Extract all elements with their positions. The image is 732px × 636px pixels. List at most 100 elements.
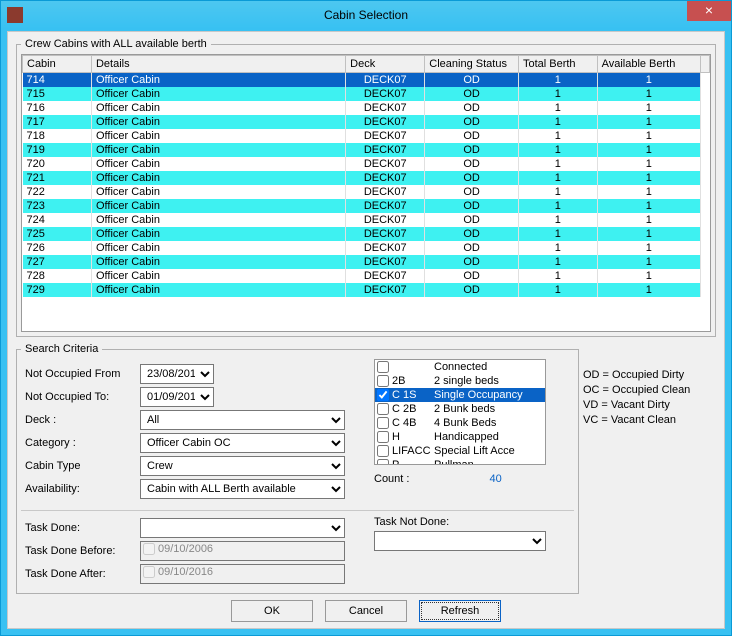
cancel-button[interactable]: Cancel — [325, 600, 407, 622]
option-checkbox[interactable] — [377, 417, 389, 429]
cell-total: 1 — [518, 185, 597, 199]
table-row[interactable]: 724Officer CabinDECK07OD11 — [23, 213, 710, 227]
cell-cabin: 729 — [23, 283, 92, 297]
refresh-button[interactable]: Refresh — [419, 600, 501, 622]
table-row[interactable]: 725Officer CabinDECK07OD11 — [23, 227, 710, 241]
table-row[interactable]: 718Officer CabinDECK07OD11 — [23, 129, 710, 143]
cabins-table-wrap[interactable]: CabinDetailsDeckCleaning StatusTotal Ber… — [21, 54, 711, 332]
table-row[interactable]: 726Officer CabinDECK07OD11 — [23, 241, 710, 255]
option-label: 4 Bunk Beds — [434, 416, 496, 430]
option-checkbox[interactable] — [377, 389, 389, 401]
task-not-done-field[interactable] — [374, 531, 546, 551]
cell-deck: DECK07 — [346, 269, 425, 283]
table-row[interactable]: 723Officer CabinDECK07OD11 — [23, 199, 710, 213]
cell-status: OD — [425, 227, 519, 241]
option-label: Pullman — [434, 458, 474, 465]
cell-details: Officer Cabin — [91, 269, 345, 283]
label-availability: Availability: — [25, 483, 140, 495]
cabin-type-field[interactable]: Crew — [140, 456, 345, 476]
option-label: Handicapped — [434, 430, 499, 444]
cell-status: OD — [425, 213, 519, 227]
task-done-field[interactable] — [140, 518, 345, 538]
col-header[interactable]: Cabin — [23, 56, 92, 73]
cell-details: Officer Cabin — [91, 87, 345, 101]
cell-avail: 1 — [597, 213, 700, 227]
cell-total: 1 — [518, 87, 597, 101]
cell-status: OD — [425, 87, 519, 101]
window-title: Cabin Selection — [324, 8, 408, 22]
option-row[interactable]: C 4B4 Bunk Beds — [375, 416, 545, 430]
cell-avail: 1 — [597, 255, 700, 269]
option-checkbox[interactable] — [377, 431, 389, 443]
options-list[interactable]: Connected2B2 single bedsC 1SSingle Occup… — [374, 359, 546, 465]
cell-total: 1 — [518, 241, 597, 255]
option-row[interactable]: HHandicapped — [375, 430, 545, 444]
table-row[interactable]: 728Officer CabinDECK07OD11 — [23, 269, 710, 283]
table-row[interactable]: 720Officer CabinDECK07OD11 — [23, 157, 710, 171]
label-deck: Deck : — [25, 414, 140, 426]
not-occ-to-field[interactable]: 01/09/2015 — [140, 387, 214, 407]
option-row[interactable]: C 1SSingle Occupancy — [375, 388, 545, 402]
cell-deck: DECK07 — [346, 185, 425, 199]
cell-cabin: 726 — [23, 241, 92, 255]
col-header[interactable]: Total Berth — [518, 56, 597, 73]
table-row[interactable]: 721Officer CabinDECK07OD11 — [23, 171, 710, 185]
label-not-occ-to: Not Occupied To: — [25, 391, 140, 403]
option-row[interactable]: LIFACCSpecial Lift Acce — [375, 444, 545, 458]
table-row[interactable]: 715Officer CabinDECK07OD11 — [23, 87, 710, 101]
option-checkbox[interactable] — [377, 403, 389, 415]
table-row[interactable]: 719Officer CabinDECK07OD11 — [23, 143, 710, 157]
option-row[interactable]: C 2B2 Bunk beds — [375, 402, 545, 416]
task-done-before-field: 09/10/2006 — [140, 541, 345, 561]
option-row[interactable]: Connected — [375, 360, 545, 374]
cell-status: OD — [425, 199, 519, 213]
cell-cabin: 721 — [23, 171, 92, 185]
availability-field[interactable]: Cabin with ALL Berth available — [140, 479, 345, 499]
cell-total: 1 — [518, 171, 597, 185]
table-row[interactable]: 716Officer CabinDECK07OD11 — [23, 101, 710, 115]
table-row[interactable]: 717Officer CabinDECK07OD11 — [23, 115, 710, 129]
option-code: C 4B — [392, 416, 434, 430]
option-label: 2 single beds — [434, 374, 499, 388]
not-occ-from-field[interactable]: 23/08/2015 — [140, 364, 214, 384]
cell-details: Officer Cabin — [91, 241, 345, 255]
table-row[interactable]: 729Officer CabinDECK07OD11 — [23, 283, 710, 297]
label-cabin-type: Cabin Type — [25, 460, 140, 472]
legend-oc: OC = Occupied Clean — [583, 383, 690, 398]
col-header[interactable]: Deck — [346, 56, 425, 73]
cabins-group-title: Crew Cabins with ALL available berth — [21, 38, 211, 50]
table-row[interactable]: 722Officer CabinDECK07OD11 — [23, 185, 710, 199]
option-code: H — [392, 430, 434, 444]
cell-status: OD — [425, 101, 519, 115]
search-criteria-group: Search Criteria Not Occupied From 23/08/… — [16, 343, 579, 594]
label-not-occ-from: Not Occupied From — [25, 368, 140, 380]
option-row[interactable]: PPullman — [375, 458, 545, 465]
option-checkbox[interactable] — [377, 361, 389, 373]
option-code: LIFACC — [392, 444, 434, 458]
cell-details: Officer Cabin — [91, 73, 345, 88]
cell-avail: 1 — [597, 269, 700, 283]
cell-cabin: 719 — [23, 143, 92, 157]
cell-deck: DECK07 — [346, 129, 425, 143]
option-checkbox[interactable] — [377, 375, 389, 387]
option-checkbox[interactable] — [377, 445, 389, 457]
label-task-done-before: Task Done Before: — [25, 545, 140, 557]
cell-deck: DECK07 — [346, 255, 425, 269]
col-header[interactable]: Available Berth — [597, 56, 700, 73]
option-checkbox[interactable] — [377, 459, 389, 465]
option-row[interactable]: 2B2 single beds — [375, 374, 545, 388]
label-task-done-after: Task Done After: — [25, 568, 140, 580]
ok-button[interactable]: OK — [231, 600, 313, 622]
col-header[interactable]: Cleaning Status — [425, 56, 519, 73]
col-header[interactable]: Details — [91, 56, 345, 73]
cell-avail: 1 — [597, 283, 700, 297]
cell-deck: DECK07 — [346, 73, 425, 88]
close-button[interactable]: × — [687, 1, 731, 21]
category-field[interactable]: Officer Cabin OC — [140, 433, 345, 453]
cell-deck: DECK07 — [346, 241, 425, 255]
cell-cabin: 723 — [23, 199, 92, 213]
table-row[interactable]: 714Officer CabinDECK07OD11 — [23, 73, 710, 88]
cell-details: Officer Cabin — [91, 171, 345, 185]
deck-field[interactable]: All — [140, 410, 345, 430]
table-row[interactable]: 727Officer CabinDECK07OD11 — [23, 255, 710, 269]
